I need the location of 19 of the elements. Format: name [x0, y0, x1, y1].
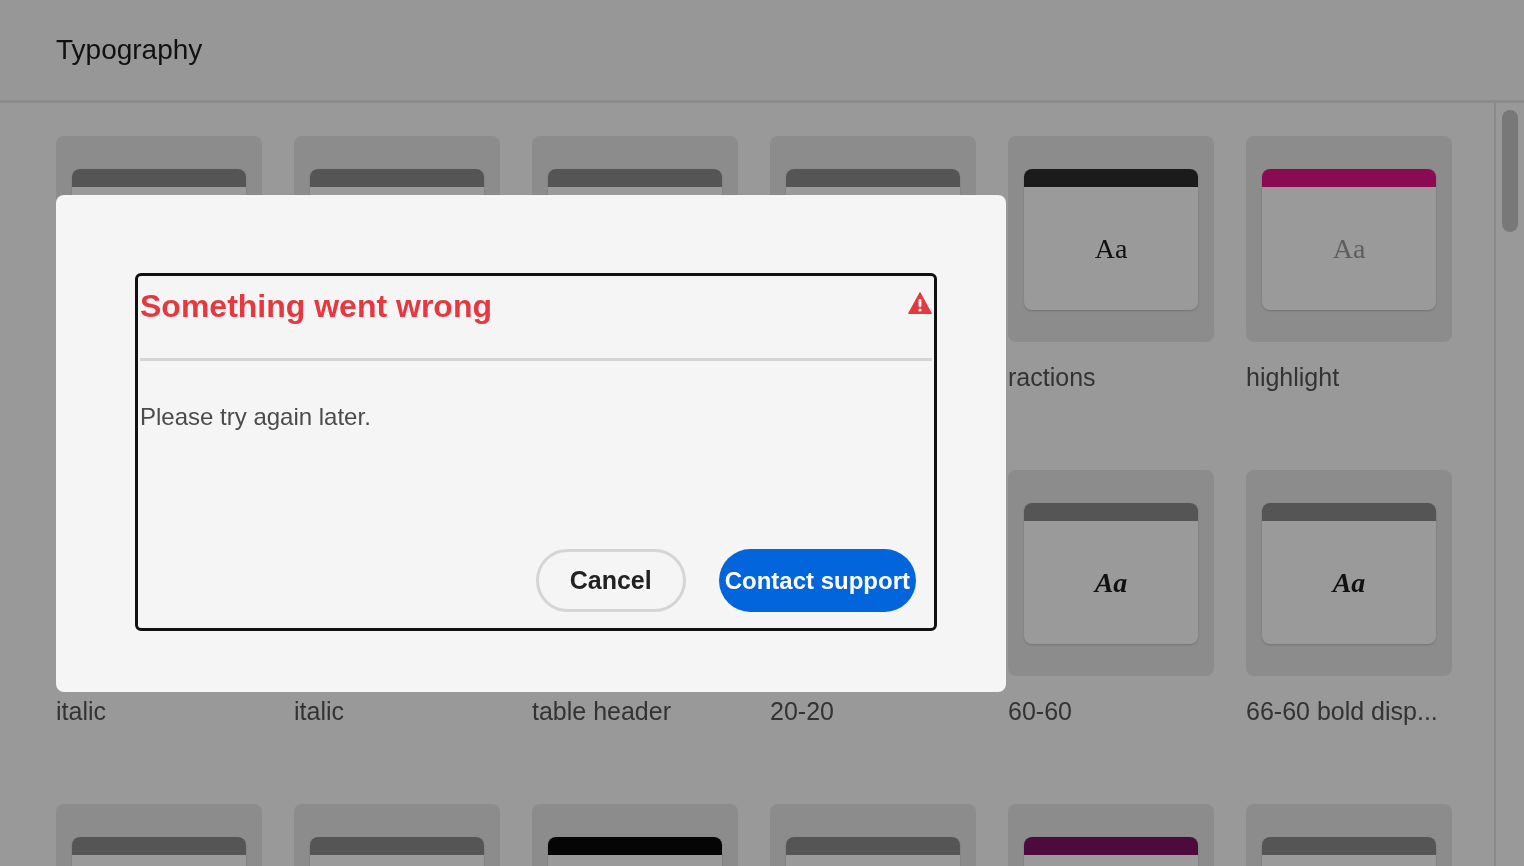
- error-title: Something went wrong: [140, 288, 492, 324]
- style-name: table header: [532, 697, 671, 725]
- cancel-button[interactable]: Cancel: [535, 549, 686, 612]
- font-preview-text: Aa: [1094, 566, 1128, 599]
- page-title: Typography: [56, 33, 203, 67]
- warning-icon: [908, 292, 932, 314]
- font-preview-text: Aa: [1332, 232, 1366, 265]
- error-message: Please try again later.: [140, 402, 372, 432]
- contact-support-button[interactable]: Contact support: [718, 549, 916, 612]
- style-name: 60-60: [1008, 697, 1072, 725]
- font-preview-text: Aa: [1094, 232, 1128, 265]
- style-name: highlight: [1246, 363, 1340, 391]
- style-name: italic: [56, 697, 106, 725]
- style-name: italic: [294, 697, 344, 725]
- font-preview-text: Aa: [1332, 566, 1366, 599]
- style-name: ractions: [1008, 363, 1096, 391]
- scrollbar-thumb[interactable]: [1502, 110, 1518, 232]
- style-name: 20-20: [770, 697, 834, 725]
- style-name: 66-60 bold disp...: [1246, 697, 1438, 725]
